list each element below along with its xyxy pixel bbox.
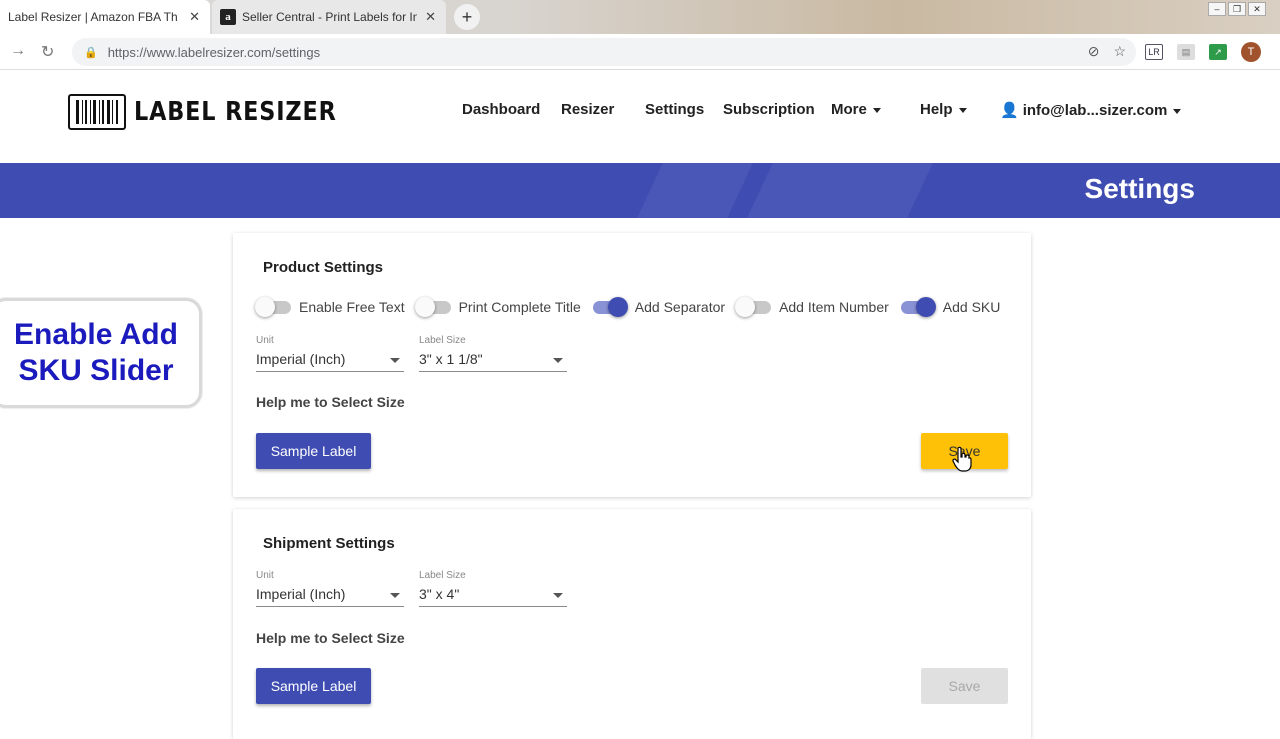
callout-line: SKU Slider <box>18 354 174 387</box>
toggle-label: Add Item Number <box>779 299 889 315</box>
nav-account-dropdown[interactable]: 👤 info@lab...sizer.com <box>1000 101 1182 119</box>
toggle-enable-free-text[interactable]: Enable Free Text <box>255 297 405 317</box>
dropdown-arrow-icon <box>390 593 400 598</box>
bookmark-star-icon[interactable]: ☆ <box>1113 43 1126 60</box>
extension-icons: LR ▤ ↗ T <box>1145 42 1261 62</box>
hand-cursor-icon <box>952 446 972 472</box>
nav-subscription[interactable]: Subscription <box>723 101 815 118</box>
select-value: Imperial (Inch) <box>256 348 404 372</box>
sample-label-button[interactable]: Sample Label <box>256 668 371 704</box>
toggle-row: Enable Free Text Print Complete Title Ad… <box>255 297 1010 317</box>
dropdown-arrow-icon <box>390 358 400 363</box>
reload-icon[interactable]: ↻ <box>41 42 54 62</box>
caret-down-icon <box>958 107 967 113</box>
switch[interactable] <box>899 297 936 317</box>
unit-select[interactable]: Unit Imperial (Inch) <box>256 570 404 607</box>
select-label: Unit <box>256 570 274 581</box>
chart-extension-icon[interactable]: ↗ <box>1209 44 1227 60</box>
page-banner: Settings <box>0 163 1280 218</box>
toggle-label: Add SKU <box>942 299 1001 315</box>
close-icon[interactable]: ✕ <box>189 9 200 25</box>
site-header: LABEL RESIZER Dashboard Resizer Settings… <box>0 71 1280 163</box>
switch[interactable] <box>255 297 291 317</box>
close-icon[interactable]: ✕ <box>425 9 436 25</box>
barcode-icon <box>68 94 126 130</box>
toggle-label: Add Separator <box>634 299 726 315</box>
dropdown-arrow-icon <box>553 358 563 363</box>
unit-select[interactable]: Unit Imperial (Inch) <box>256 335 404 372</box>
select-value: Imperial (Inch) <box>256 583 404 607</box>
label-size-select[interactable]: Label Size 3" x 4" <box>419 570 567 607</box>
nav-resizer[interactable]: Resizer <box>561 101 614 118</box>
save-button-disabled: Save <box>921 668 1008 704</box>
select-value: 3" x 1 1/8" <box>419 348 567 372</box>
callout-text: Enable Add SKU Slider <box>14 317 178 389</box>
amazon-icon: a <box>220 9 236 25</box>
chat-extension-icon[interactable]: ▤ <box>1177 44 1195 60</box>
select-label: Label Size <box>419 570 466 581</box>
toggle-add-sku[interactable]: Add SKU <box>899 297 1001 317</box>
tab-title: Seller Central - Print Labels for In <box>242 10 417 24</box>
site-logo[interactable]: LABEL RESIZER <box>68 94 370 130</box>
url-text: https://www.labelresizer.com/settings <box>107 44 321 60</box>
nav-account-label: info@lab...sizer.com <box>1022 102 1168 119</box>
address-bar: → ↻ 🔒 https://www.labelresizer.com/setti… <box>0 34 1280 70</box>
nav-help-dropdown[interactable]: Help <box>920 101 967 118</box>
new-tab-button[interactable]: + <box>454 4 480 30</box>
tab-title: Label Resizer | Amazon FBA Ther <box>8 10 178 24</box>
minimize-icon[interactable]: – <box>1208 2 1226 16</box>
toggle-label: Print Complete Title <box>458 299 581 315</box>
shipment-settings-card: Shipment Settings Unit Imperial (Inch) L… <box>233 509 1031 739</box>
card-title: Product Settings <box>263 259 384 276</box>
dropdown-arrow-icon <box>553 593 563 598</box>
help-select-size-link[interactable]: Help me to Select Size <box>256 394 405 410</box>
switch[interactable] <box>414 297 451 317</box>
toggle-add-item-number[interactable]: Add Item Number <box>735 297 889 317</box>
nav-dashboard[interactable]: Dashboard <box>462 101 540 118</box>
user-icon: 👤 <box>1000 102 1019 119</box>
toggle-label: Enable Free Text <box>299 299 405 315</box>
select-value: 3" x 4" <box>419 583 567 607</box>
switch[interactable] <box>735 297 772 317</box>
window-controls: – ❐ ✕ <box>1208 2 1266 16</box>
nav-more-dropdown[interactable]: More <box>831 101 881 118</box>
switch[interactable] <box>591 297 628 317</box>
url-input[interactable]: 🔒 https://www.labelresizer.com/settings … <box>72 38 1136 66</box>
lock-icon: 🔒 <box>84 46 98 59</box>
logo-text: LABEL RESIZER <box>134 97 337 127</box>
tab-label-resizer[interactable]: Label Resizer | Amazon FBA Ther ✕ <box>0 0 210 34</box>
maximize-icon[interactable]: ❐ <box>1228 2 1246 16</box>
help-select-size-link[interactable]: Help me to Select Size <box>256 630 405 646</box>
product-settings-card: Product Settings Enable Free Text Print … <box>233 233 1031 497</box>
nav-more-label: More <box>831 101 867 118</box>
nav-help-label: Help <box>920 101 953 118</box>
browser-tab-bar: Label Resizer | Amazon FBA Ther ✕ a Sell… <box>0 0 1280 34</box>
label-size-select[interactable]: Label Size 3" x 1 1/8" <box>419 335 567 372</box>
toggle-add-separator[interactable]: Add Separator <box>591 297 725 317</box>
tab-seller-central[interactable]: a Seller Central - Print Labels for In ✕ <box>212 0 446 34</box>
profile-avatar[interactable]: T <box>1241 42 1261 62</box>
sample-label-button[interactable]: Sample Label <box>256 433 371 469</box>
nav-settings[interactable]: Settings <box>645 101 704 118</box>
select-label: Unit <box>256 335 274 346</box>
annotation-callout: Enable Add SKU Slider <box>0 298 202 408</box>
toggle-print-complete-title[interactable]: Print Complete Title <box>414 297 581 317</box>
callout-line: Enable Add <box>14 318 178 351</box>
caret-down-icon <box>1173 108 1182 114</box>
forward-arrow-icon[interactable]: → <box>10 42 26 60</box>
page-title: Settings <box>1084 173 1195 204</box>
lr-extension-icon[interactable]: LR <box>1145 44 1163 60</box>
card-title: Shipment Settings <box>263 535 395 552</box>
caret-down-icon <box>872 107 881 113</box>
translate-icon[interactable]: ⊘ <box>1088 43 1100 60</box>
select-label: Label Size <box>419 335 466 346</box>
close-window-icon[interactable]: ✕ <box>1248 2 1266 16</box>
